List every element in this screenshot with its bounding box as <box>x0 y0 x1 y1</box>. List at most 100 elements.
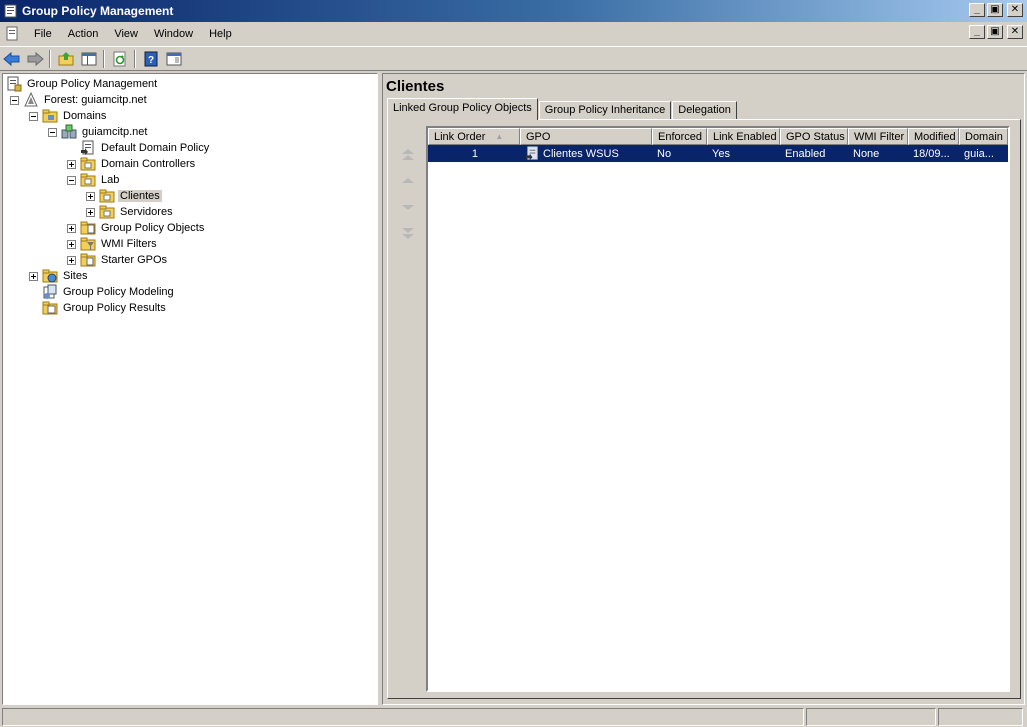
column-link-order[interactable]: Link Order ▲ <box>428 128 520 145</box>
tree-label: Forest: guiamcitp.net <box>44 94 147 106</box>
forest-icon <box>24 92 38 107</box>
column-gpo[interactable]: GPO <box>520 128 652 145</box>
cell-link-enabled: Yes <box>712 147 730 160</box>
expand-toggle[interactable] <box>67 223 76 233</box>
collapse-toggle[interactable] <box>10 95 19 105</box>
menu-view[interactable]: View <box>106 26 146 42</box>
tree-item-sites[interactable]: Sites <box>29 268 89 284</box>
tree-item-domain-controllers[interactable]: Domain Controllers <box>67 156 197 172</box>
tree-item-clientes[interactable]: Clientes <box>86 188 162 204</box>
move-bottom-icon <box>402 228 414 239</box>
toolbar: ? <box>0 46 1027 71</box>
column-enforced[interactable]: Enforced <box>652 128 707 145</box>
tree-item-default-domain-policy[interactable]: Default Domain Policy <box>67 140 211 156</box>
status-segment-main <box>2 708 804 726</box>
starter-gpo-icon <box>80 253 96 267</box>
help-button[interactable]: ? <box>140 48 162 70</box>
modeling-icon <box>43 284 57 299</box>
console-view-button[interactable] <box>163 48 185 70</box>
tree-label: Sites <box>63 270 88 282</box>
column-domain[interactable]: Domain <box>959 128 1008 145</box>
restore-button[interactable]: ▣ <box>987 3 1003 17</box>
details-tabs: Linked Group Policy Objects Group Policy… <box>387 98 738 120</box>
show-hide-tree-button[interactable] <box>78 48 100 70</box>
results-icon <box>42 301 58 315</box>
column-label: WMI Filter <box>854 130 905 143</box>
move-to-bottom-button[interactable] <box>400 225 416 241</box>
console-menu-icon[interactable] <box>4 26 20 42</box>
move-down-button[interactable] <box>400 199 416 215</box>
column-label: Modified <box>914 130 956 143</box>
minimize-button[interactable]: _ <box>969 3 985 17</box>
cell-modified: 18/09... <box>913 147 950 160</box>
mdi-minimize-button[interactable]: _ <box>969 25 985 39</box>
menu-action[interactable]: Action <box>60 26 107 42</box>
linked-gpo-list[interactable]: Link Order ▲ GPO Enforced Link Enabled G… <box>426 126 1010 692</box>
cell-gpo: Clientes WSUS <box>520 145 652 162</box>
minimize-icon: _ <box>974 26 980 37</box>
menu-help[interactable]: Help <box>201 26 240 42</box>
tree-label: Group Policy Objects <box>101 222 205 234</box>
cell-domain: guia... <box>964 147 994 160</box>
wmi-filter-icon <box>80 237 96 251</box>
move-up-button[interactable] <box>400 173 416 189</box>
expand-toggle[interactable] <box>86 207 95 217</box>
refresh-icon <box>113 51 126 66</box>
tree-item-results[interactable]: Group Policy Results <box>42 300 168 316</box>
tree-item-modeling[interactable]: Group Policy Modeling <box>42 284 176 300</box>
expand-toggle[interactable] <box>67 255 76 265</box>
close-button[interactable]: ✕ <box>1007 3 1023 17</box>
tree-label: Default Domain Policy <box>101 142 210 154</box>
back-button[interactable] <box>1 48 23 70</box>
tree-label: Lab <box>101 174 120 186</box>
column-link-enabled[interactable]: Link Enabled <box>707 128 780 145</box>
expand-toggle[interactable] <box>86 191 95 201</box>
tree-item-servidores[interactable]: Servidores <box>86 204 175 220</box>
refresh-button[interactable] <box>109 48 131 70</box>
move-to-top-button[interactable] <box>400 147 416 163</box>
tree-item-domain[interactable]: guiamcitp.net <box>48 124 149 140</box>
collapse-toggle[interactable] <box>48 127 57 137</box>
column-wmi-filter[interactable]: WMI Filter <box>848 128 908 145</box>
collapse-toggle[interactable] <box>67 175 76 185</box>
domain-icon <box>61 124 77 139</box>
move-down-icon <box>402 205 414 210</box>
tree-item-domains[interactable]: Domains <box>29 108 108 124</box>
tree-item-group-policy-objects[interactable]: Group Policy Objects <box>67 220 206 236</box>
column-modified[interactable]: Modified <box>908 128 959 145</box>
expand-toggle[interactable] <box>29 271 38 281</box>
tree-item-starter-gpos[interactable]: Starter GPOs <box>67 252 169 268</box>
window-title: Group Policy Management <box>22 4 174 18</box>
column-label: Enforced <box>658 130 703 143</box>
tree-item-forest[interactable]: Forest: guiamcitp.net <box>10 92 149 108</box>
tab-delegation[interactable]: Delegation <box>672 101 737 120</box>
column-label: GPO <box>526 130 551 143</box>
up-one-level-button[interactable] <box>55 48 77 70</box>
tree-label: Servidores <box>120 206 173 218</box>
status-bar <box>0 707 1027 727</box>
expand-toggle[interactable] <box>67 159 76 169</box>
tree-item-lab[interactable]: Lab <box>67 172 121 188</box>
collapse-toggle[interactable] <box>29 111 38 121</box>
move-up-icon <box>402 178 414 183</box>
forward-button[interactable] <box>24 48 46 70</box>
close-icon: ✕ <box>1010 26 1020 37</box>
expand-toggle[interactable] <box>67 239 76 249</box>
tab-inheritance[interactable]: Group Policy Inheritance <box>538 101 672 120</box>
tab-linked-gpos[interactable]: Linked Group Policy Objects <box>387 98 538 120</box>
tree-item-wmi-filters[interactable]: WMI Filters <box>67 236 159 252</box>
toolbar-separator <box>49 49 51 68</box>
cell-gpo-name: Clientes WSUS <box>543 147 619 160</box>
menu-window[interactable]: Window <box>146 26 201 42</box>
column-gpo-status[interactable]: GPO Status <box>780 128 848 145</box>
menu-file[interactable]: File <box>26 26 60 42</box>
tree-item-root[interactable]: Group Policy Management <box>6 76 159 92</box>
tree-label: Starter GPOs <box>101 254 168 266</box>
column-label: GPO Status <box>786 130 845 143</box>
console-tree[interactable]: Group Policy Management Forest: guiamcit… <box>2 73 378 705</box>
gpmc-root-icon <box>7 76 22 92</box>
table-row[interactable]: 1 Clientes WSUS No Yes Enabled None 18/0… <box>428 145 1008 162</box>
mdi-close-button[interactable]: ✕ <box>1007 25 1023 39</box>
title-bar[interactable]: Group Policy Management _ ▣ ✕ <box>0 0 1027 22</box>
mdi-restore-button[interactable]: ▣ <box>987 25 1003 39</box>
